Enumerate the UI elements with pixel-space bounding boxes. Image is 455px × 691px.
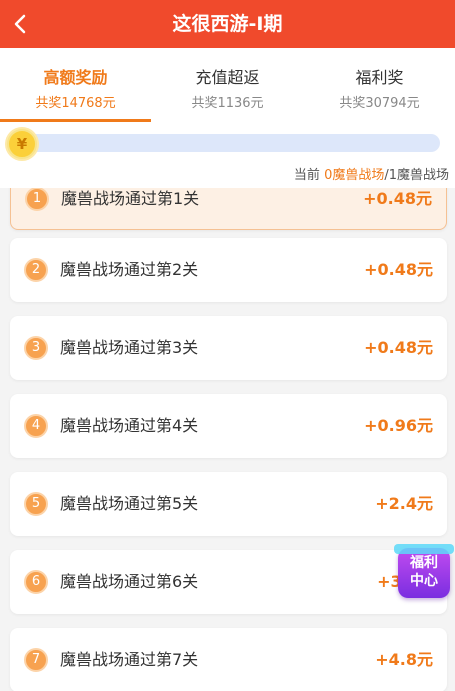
tab-high-rewards[interactable]: 高额奖励 共奖14768元 <box>0 48 151 122</box>
tab-label: 高额奖励 <box>43 68 108 87</box>
task-number-badge: 3 <box>24 336 48 360</box>
task-reward: +0.48元 <box>363 189 432 208</box>
progress-status: 当前 0魔兽战场/1魔兽战场 <box>294 164 449 183</box>
task-label: 魔兽战场通过第1关 <box>61 189 200 208</box>
tab-bar: 高额奖励 共奖14768元 充值超返 共奖1136元 福利奖 共奖30794元 <box>0 48 455 122</box>
task-number-badge: 6 <box>24 570 48 594</box>
tab-total: 共奖1136元 <box>191 96 264 111</box>
task-reward: +2.4元 <box>375 494 433 513</box>
task-list: 1 魔兽战场通过第1关 +0.48元 2 魔兽战场通过第2关 +0.48元 3 … <box>0 188 455 691</box>
ribbon-icon <box>394 544 454 554</box>
coin-icon: ¥ <box>7 129 37 159</box>
tab-welfare-reward[interactable]: 福利奖 共奖30794元 <box>304 48 455 122</box>
task-label: 魔兽战场通过第5关 <box>60 494 199 513</box>
progress-target: /1魔兽战场 <box>384 168 449 183</box>
task-card[interactable]: 1 魔兽战场通过第1关 +0.48元 <box>10 188 447 230</box>
progress-prefix: 当前 <box>293 168 325 183</box>
task-number-badge: 7 <box>24 648 48 672</box>
task-number-badge: 2 <box>24 258 48 282</box>
task-reward: +0.48元 <box>364 260 433 279</box>
task-card[interactable]: 3 魔兽战场通过第3关 +0.48元 <box>10 316 447 380</box>
welfare-center-label: 福利 中心 <box>398 554 450 590</box>
task-label: 魔兽战场通过第2关 <box>60 260 199 279</box>
task-card[interactable]: 7 魔兽战场通过第7关 +4.8元 <box>10 628 447 691</box>
top-bar: 这很西游-I期 <box>0 0 455 48</box>
task-number-badge: 4 <box>24 414 48 438</box>
task-label: 魔兽战场通过第7关 <box>60 650 199 669</box>
welfare-label-line2: 中心 <box>410 573 438 589</box>
task-card[interactable]: 5 魔兽战场通过第5关 +2.4元 <box>10 472 447 536</box>
page-title: 这很西游-I期 <box>172 13 283 35</box>
task-reward: +4.8元 <box>375 650 433 669</box>
task-number-badge: 5 <box>24 492 48 516</box>
progress-section: ¥ 当前 0魔兽战场/1魔兽战场 <box>0 122 455 188</box>
task-label: 魔兽战场通过第4关 <box>60 416 199 435</box>
task-reward: +0.48元 <box>364 338 433 357</box>
task-card[interactable]: 4 魔兽战场通过第4关 +0.96元 <box>10 394 447 458</box>
tab-label: 福利奖 <box>355 68 404 87</box>
tab-total: 共奖30794元 <box>339 96 420 111</box>
tab-recharge-rebate[interactable]: 充值超返 共奖1136元 <box>152 48 303 122</box>
welfare-center-button[interactable]: 福利 中心 <box>394 544 454 600</box>
task-label: 魔兽战场通过第6关 <box>60 572 199 591</box>
welfare-label-line1: 福利 <box>410 555 438 571</box>
task-card[interactable]: 2 魔兽战场通过第2关 +0.48元 <box>10 238 447 302</box>
tab-total: 共奖14768元 <box>35 96 116 111</box>
task-label: 魔兽战场通过第3关 <box>60 338 199 357</box>
tab-label: 充值超返 <box>195 68 260 87</box>
task-reward: +0.96元 <box>364 416 433 435</box>
progress-current: 0魔兽战场 <box>324 168 385 183</box>
task-card[interactable]: 6 魔兽战场通过第6关 +3.?元 <box>10 550 447 614</box>
task-number-badge: 1 <box>25 188 49 211</box>
progress-bar <box>10 134 440 152</box>
